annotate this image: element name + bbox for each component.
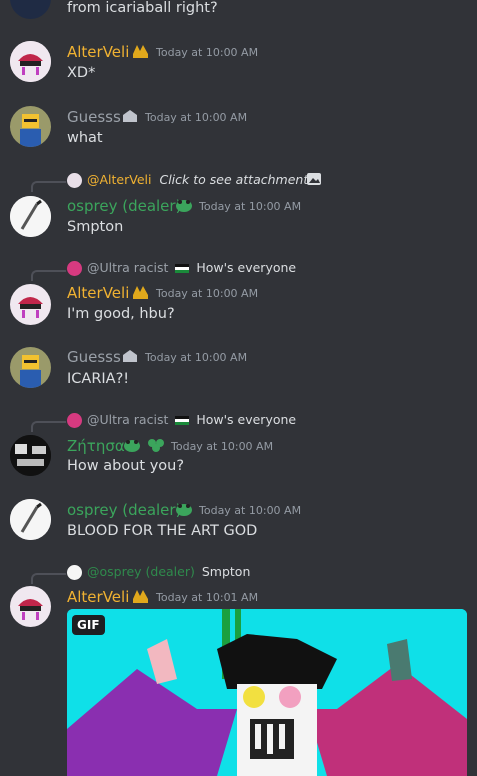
avatar[interactable] <box>10 106 51 147</box>
message-text: BLOOD FOR THE ART GOD <box>67 523 258 539</box>
avatar-art-icon <box>10 196 51 237</box>
reply-avatar <box>67 173 82 188</box>
flag-icon <box>175 264 190 273</box>
timestamp[interactable]: Today at 10:00 AM <box>145 351 247 364</box>
avatar-art-icon <box>10 499 51 540</box>
username[interactable]: AlterVeli <box>67 588 129 606</box>
image-icon <box>306 171 322 191</box>
reply-preview[interactable]: @Ultra racist How's everyone <box>87 260 296 275</box>
username[interactable]: osprey (dealer) <box>67 501 181 519</box>
reply-username: @Ultra racist <box>87 260 169 275</box>
role-badge-icon <box>120 107 140 125</box>
username[interactable]: Guesss <box>67 108 121 126</box>
avatar-art-icon <box>10 41 51 82</box>
avatar-art-icon <box>10 586 51 627</box>
reply-connector <box>31 181 66 192</box>
message-text: what <box>67 130 103 146</box>
avatar[interactable] <box>10 196 51 237</box>
reply-text: How's everyone <box>196 260 297 275</box>
role-badge-icon <box>131 42 151 60</box>
message-text: from icariaball right? <box>67 0 218 16</box>
reply-username: @Ultra racist <box>87 412 169 427</box>
reply-avatar <box>67 413 82 428</box>
gif-image <box>67 609 467 776</box>
role-badge-icon <box>174 196 194 214</box>
clover-badge-icon <box>146 436 166 454</box>
reply-avatar <box>67 261 82 276</box>
avatar[interactable] <box>10 41 51 82</box>
reply-text: Click to see attachment <box>159 172 309 187</box>
reply-connector <box>31 573 66 584</box>
message-text: How about you? <box>67 458 185 474</box>
reply-username: @AlterVeli <box>87 172 152 187</box>
reply-preview[interactable]: @AlterVeli Click to see attachment <box>87 172 308 187</box>
reply-connector <box>31 421 66 432</box>
role-badge-icon <box>131 587 151 605</box>
gif-attachment[interactable]: GIF <box>67 609 467 776</box>
username[interactable]: AlterVeli <box>67 284 129 302</box>
role-badge-icon <box>174 500 194 518</box>
message-text: ICARIA?! <box>67 371 130 387</box>
reply-preview[interactable]: @osprey (dealer) Smpton <box>87 564 250 579</box>
flag-icon <box>175 416 190 425</box>
username[interactable]: Ζήτησα <box>67 437 125 455</box>
timestamp[interactable]: Today at 10:00 AM <box>145 111 247 124</box>
username[interactable]: AlterVeli <box>67 43 129 61</box>
reply-text: How's everyone <box>196 412 297 427</box>
role-badge-icon <box>131 283 151 301</box>
message-text: XD* <box>67 65 96 81</box>
avatar[interactable] <box>10 347 51 388</box>
avatar[interactable] <box>10 586 51 627</box>
timestamp[interactable]: Today at 10:00 AM <box>156 46 258 59</box>
avatar-art-icon <box>10 435 51 476</box>
role-badge-icon <box>120 347 140 365</box>
avatar[interactable] <box>10 499 51 540</box>
reply-text: Smpton <box>201 564 251 579</box>
username[interactable]: osprey (dealer) <box>67 197 181 215</box>
timestamp[interactable]: Today at 10:00 AM <box>199 200 301 213</box>
timestamp[interactable]: Today at 10:00 AM <box>171 440 273 453</box>
timestamp[interactable]: Today at 10:01 AM <box>156 591 258 604</box>
reply-avatar <box>67 565 82 580</box>
role-badge-icon <box>122 436 142 454</box>
gif-badge: GIF <box>72 615 105 635</box>
username[interactable]: Guesss <box>67 348 121 366</box>
message-text: I'm good, hbu? <box>67 306 175 322</box>
reply-connector <box>31 270 66 281</box>
avatar-art-icon <box>10 347 51 388</box>
avatar[interactable] <box>10 0 51 19</box>
reply-username: @osprey (dealer) <box>87 564 195 579</box>
avatar[interactable] <box>10 284 51 325</box>
reply-preview[interactable]: @Ultra racist How's everyone <box>87 412 296 427</box>
avatar-art-icon <box>10 106 51 147</box>
timestamp[interactable]: Today at 10:00 AM <box>156 287 258 300</box>
timestamp[interactable]: Today at 10:00 AM <box>199 504 301 517</box>
message-text: Smpton <box>67 219 124 235</box>
avatar[interactable] <box>10 435 51 476</box>
avatar-art-icon <box>10 284 51 325</box>
